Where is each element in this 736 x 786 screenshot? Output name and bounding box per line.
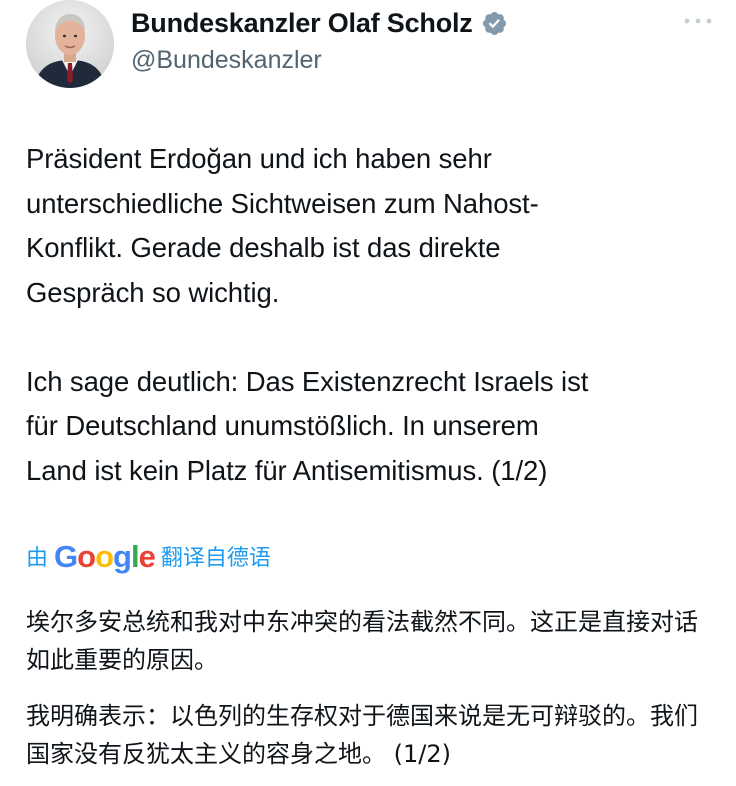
translation-suffix: 翻译自德语 (160, 545, 271, 570)
avatar[interactable] (26, 0, 114, 88)
translation-prefix: 由 (26, 545, 49, 570)
avatar-photo-icon (26, 0, 114, 88)
verified-badge-icon (481, 10, 508, 37)
tweet-header: Bundeskanzler Olaf Scholz @Bundeskanzler (26, 0, 716, 92)
display-name[interactable]: Bundeskanzler Olaf Scholz (131, 8, 473, 39)
translation-attribution-link[interactable]: 由 Google 翻译自德语 (26, 540, 271, 572)
google-logo-icon: Google (54, 538, 156, 574)
more-dots-icon (684, 18, 712, 24)
translated-paragraph-1: 埃尔多安总统和我对中东冲突的看法截然不同。这正是直接对话如此重要的原因。 (26, 608, 698, 674)
tweet-text: Präsident Erdoğan und ich haben sehr unt… (26, 143, 589, 486)
name-row: Bundeskanzler Olaf Scholz (131, 8, 508, 39)
translated-paragraph-2: 我明确表示：以色列的生存权对于德国来说是无可辩驳的。我们国家没有反犹太主义的容身… (26, 702, 698, 768)
handle[interactable]: @Bundeskanzler (131, 46, 322, 75)
more-options-button[interactable] (680, 10, 716, 32)
